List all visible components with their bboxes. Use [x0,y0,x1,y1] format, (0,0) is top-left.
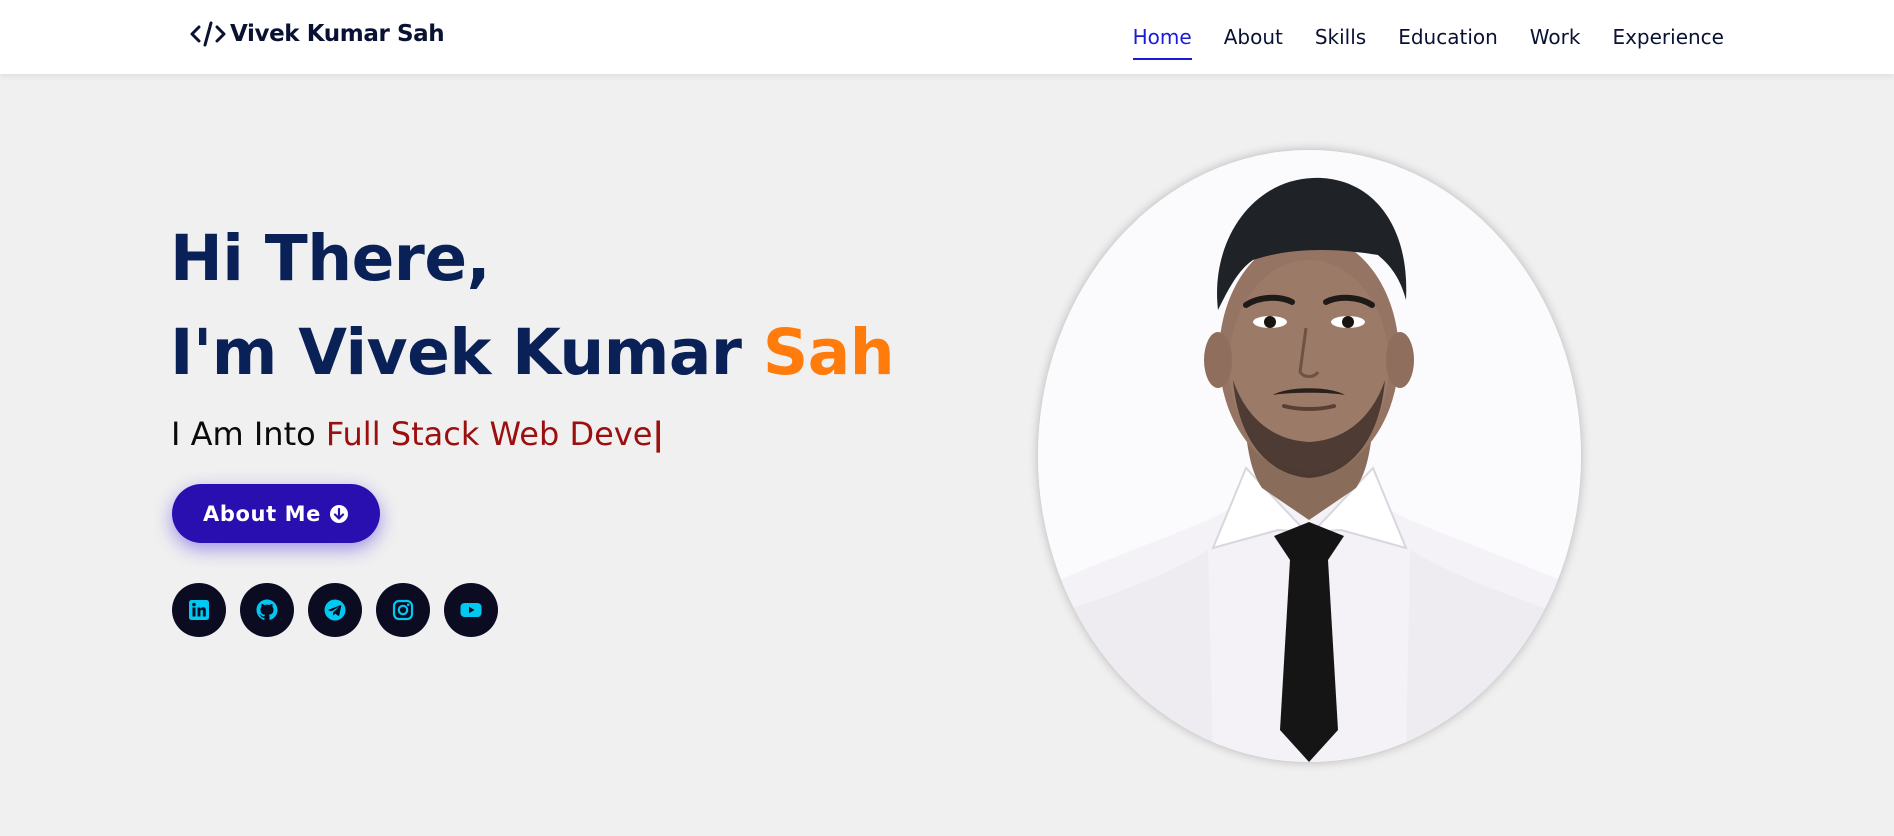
hero-intro-accent: Sah [762,316,895,389]
profile-portrait-image [1038,150,1581,762]
nav-work[interactable]: Work [1530,20,1581,54]
hero-subtitle: I Am Into Full Stack Web Deve| [171,415,664,453]
linkedin-link[interactable] [172,583,226,637]
nav-experience[interactable]: Experience [1612,20,1724,54]
about-me-label: About Me [203,501,321,526]
linkedin-icon [189,600,209,620]
nav-skills[interactable]: Skills [1315,20,1366,54]
instagram-icon [392,599,414,621]
about-me-button[interactable]: About Me [172,484,380,543]
nav-education[interactable]: Education [1398,20,1498,54]
telegram-icon [324,599,346,621]
navbar: Vivek Kumar Sah Home About Skills Educat… [0,0,1894,74]
brand-logo-link[interactable]: Vivek Kumar Sah [190,17,445,51]
telegram-link[interactable] [308,583,362,637]
nav-about[interactable]: About [1224,20,1283,54]
hero-intro-name: I'm Vivek Kumar [170,316,742,389]
github-link[interactable] [240,583,294,637]
youtube-icon [460,603,482,617]
nav-home[interactable]: Home [1132,20,1192,60]
code-icon [190,21,226,47]
brand-name: Vivek Kumar Sah [230,21,445,47]
typed-text: Full Stack Web Deve [325,415,653,453]
profile-photo [1038,150,1581,762]
subtitle-prefix: I Am Into [171,415,316,453]
social-links [172,583,512,637]
hero-greeting: Hi There, [170,222,491,295]
youtube-link[interactable] [444,583,498,637]
main-nav: Home About Skills Education Work Experie… [1132,0,1724,74]
instagram-link[interactable] [376,583,430,637]
hero-intro: I'm Vivek Kumar Sah [170,316,895,389]
github-icon [256,599,278,620]
arrow-circle-down-icon [329,504,348,523]
typing-caret: | [652,415,665,453]
